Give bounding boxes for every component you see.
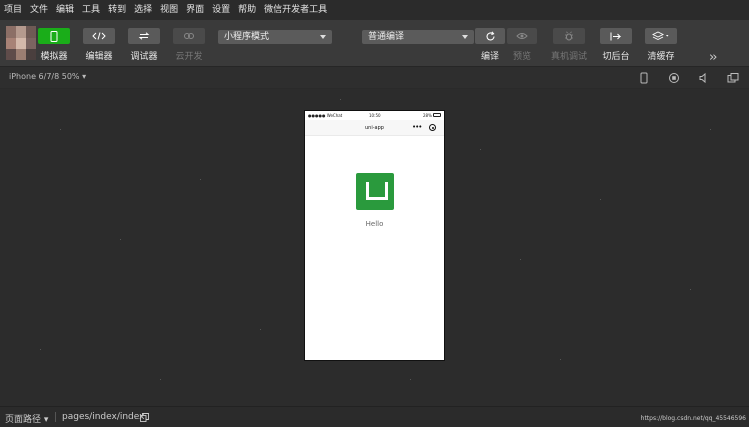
- divider: [55, 412, 56, 422]
- compile-button[interactable]: [475, 28, 505, 44]
- close-capsule-icon[interactable]: [429, 124, 436, 131]
- preview-label: 预览: [512, 52, 532, 62]
- stop-record-icon[interactable]: [668, 72, 680, 84]
- phone-nav-bar: uni-app •••: [305, 120, 444, 136]
- debugger-label: 调试器: [130, 52, 158, 62]
- background-button[interactable]: [600, 28, 632, 44]
- phone-icon: [50, 30, 58, 42]
- menu-edit[interactable]: 编辑: [56, 0, 74, 20]
- page-path-toggle[interactable]: 页面路径 ▾: [5, 412, 48, 425]
- menu-interface[interactable]: 界面: [186, 0, 204, 20]
- swap-arrows-icon: [138, 32, 150, 40]
- watermark-url: https://blog.csdn.net/qq_45546596: [640, 415, 746, 422]
- battery-label: 28%: [423, 113, 432, 118]
- mode-select-value: 小程序模式: [224, 32, 270, 42]
- volume-icon[interactable]: [698, 72, 710, 84]
- remote-debug-button[interactable]: [553, 28, 585, 44]
- layers-icon: [652, 31, 669, 41]
- more-chevrons-icon[interactable]: ››: [709, 50, 718, 65]
- clear-cache-button[interactable]: [645, 28, 677, 44]
- bottom-status-bar: 页面路径 ▾ pages/index/index https://blog.cs…: [0, 406, 749, 427]
- menu-file[interactable]: 文件: [30, 0, 48, 20]
- background-label: 切后台: [602, 52, 630, 62]
- toolbar: 模拟器 编辑器 调试器 云开发 小程序模式 普通编译 编译 预览 真机调试 切后…: [0, 20, 749, 66]
- copy-icon[interactable]: [140, 413, 149, 422]
- device-bar: iPhone 6/7/8 50% ▾: [0, 66, 749, 88]
- remote-debug-label: 真机调试: [550, 52, 588, 62]
- carrier-label: ●●●●● WeChat: [308, 113, 343, 118]
- nav-title: uni-app: [365, 125, 384, 131]
- exit-arrow-icon: [610, 32, 622, 40]
- clear-cache-label: 清缓存: [647, 52, 675, 62]
- cloud-link-icon: [184, 33, 194, 39]
- more-dots-icon[interactable]: •••: [412, 124, 422, 131]
- editor-label: 编辑器: [85, 52, 113, 62]
- menu-settings[interactable]: 设置: [212, 0, 230, 20]
- chevron-down-icon: [462, 35, 468, 39]
- popout-window-icon[interactable]: [727, 72, 739, 84]
- mode-select[interactable]: 小程序模式: [218, 30, 332, 44]
- compile-label: 编译: [480, 52, 500, 62]
- device-select[interactable]: iPhone 6/7/8 50% ▾: [9, 72, 86, 81]
- clock-label: 10:50: [369, 113, 381, 118]
- menu-view[interactable]: 视图: [160, 0, 178, 20]
- simulator-toggle-button[interactable]: [38, 28, 70, 44]
- phone-rotate-icon[interactable]: [638, 72, 650, 84]
- menu-bar: 项目 文件 编辑 工具 转到 选择 视图 界面 设置 帮助 微信开发者工具: [0, 0, 749, 20]
- compile-mode-value: 普通编译: [368, 32, 405, 42]
- cloud-dev-button[interactable]: [173, 28, 205, 44]
- compile-mode-select[interactable]: 普通编译: [362, 30, 474, 44]
- menu-goto[interactable]: 转到: [108, 0, 126, 20]
- battery-icon: [433, 113, 441, 117]
- avatar[interactable]: [6, 26, 36, 60]
- menu-help[interactable]: 帮助: [238, 0, 256, 20]
- simulator-label: 模拟器: [40, 52, 68, 62]
- preview-button[interactable]: [507, 28, 537, 44]
- menu-tools[interactable]: 工具: [82, 0, 100, 20]
- menu-project[interactable]: 项目: [4, 0, 22, 20]
- chevron-down-icon: [320, 35, 326, 39]
- eye-icon: [516, 33, 528, 39]
- bug-icon: [565, 31, 573, 41]
- editor-toggle-button[interactable]: [83, 28, 115, 44]
- hello-text: Hello: [365, 220, 384, 228]
- phone-status-bar: ●●●●● WeChat 10:50 28%: [305, 111, 444, 120]
- uni-app-logo: [356, 173, 394, 210]
- phone-simulator[interactable]: ●●●●● WeChat 10:50 28% uni-app ••• Hello: [304, 110, 445, 361]
- current-page-path: pages/index/index: [62, 412, 145, 422]
- refresh-icon: [485, 30, 495, 40]
- menu-wechat-devtools[interactable]: 微信开发者工具: [264, 0, 327, 20]
- menu-select[interactable]: 选择: [134, 0, 152, 20]
- debugger-toggle-button[interactable]: [128, 28, 160, 44]
- code-icon: [92, 32, 106, 40]
- cloud-dev-label: 云开发: [175, 52, 203, 62]
